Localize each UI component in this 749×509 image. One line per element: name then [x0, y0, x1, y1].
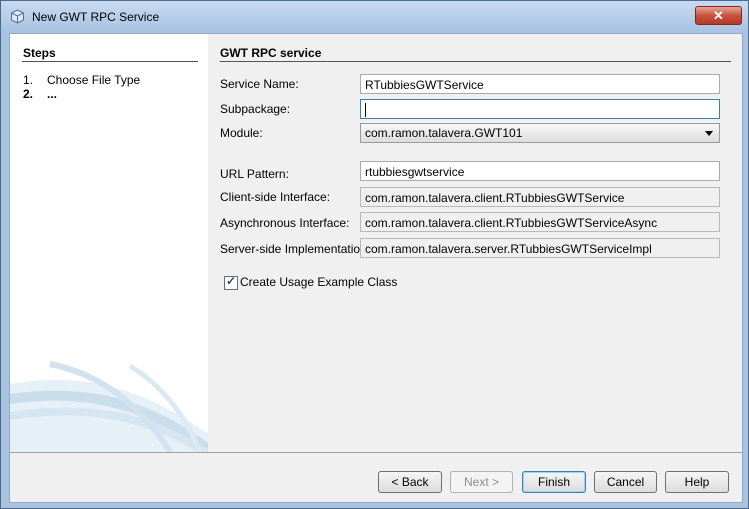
async-interface-label: Asynchronous Interface:: [220, 216, 350, 230]
help-button[interactable]: Help: [665, 471, 729, 493]
back-button[interactable]: < Back: [378, 471, 442, 493]
steps-panel: Steps 1. Choose File Type 2....: [10, 34, 208, 452]
steps-title: Steps: [23, 46, 56, 60]
step-item: 1. Choose File Type: [23, 73, 140, 87]
client-interface-field: com.ramon.talavera.client.RTubbiesGWTSer…: [360, 187, 720, 207]
module-selected-value: com.ramon.talavera.GWT101: [365, 126, 523, 140]
finish-button[interactable]: Finish: [522, 471, 586, 493]
next-button[interactable]: Next >: [450, 471, 513, 493]
content-panel: GWT RPC service Service Name: RTubbiesGW…: [208, 34, 742, 452]
step-number: 2.: [23, 87, 34, 101]
checkmark-icon: ✓: [226, 274, 237, 288]
subpackage-input[interactable]: [360, 99, 720, 119]
server-impl-label: Server-side Implementation:: [220, 242, 371, 256]
content-divider: [220, 61, 731, 62]
window-title: New GWT RPC Service: [32, 10, 160, 24]
module-select[interactable]: com.ramon.talavera.GWT101: [360, 123, 720, 143]
cancel-button[interactable]: Cancel: [594, 471, 657, 493]
steps-divider: [22, 61, 198, 62]
url-pattern-label: URL Pattern:: [220, 167, 289, 181]
dialog-window: New GWT RPC Service ✕ Steps 1. Choose Fil…: [0, 0, 749, 509]
subpackage-label: Subpackage:: [220, 102, 291, 116]
service-name-label: Service Name:: [220, 77, 299, 91]
dialog-client-area: Steps 1. Choose File Type 2.... GWT RPC s…: [9, 33, 743, 503]
netbeans-cube-icon: [11, 9, 24, 24]
content-title: GWT RPC service: [220, 46, 322, 60]
netbeans-swoosh-decoration: [10, 361, 208, 452]
module-label: Module:: [220, 126, 263, 140]
step-label: Choose File Type: [47, 73, 141, 87]
text-caret: [365, 102, 366, 117]
usage-example-checkbox[interactable]: ✓: [224, 274, 238, 290]
title-bar[interactable]: New GWT RPC Service ✕: [1, 1, 748, 33]
step-item-current: 2....: [23, 87, 57, 101]
dropdown-arrow-icon[interactable]: [705, 131, 713, 136]
usage-example-label[interactable]: Create Usage Example Class: [240, 275, 397, 289]
server-impl-field: com.ramon.talavera.server.RTubbiesGWTSer…: [360, 238, 720, 258]
step-number: 1.: [23, 73, 34, 87]
step-label: ...: [47, 87, 58, 101]
async-interface-field: com.ramon.talavera.client.RTubbiesGWTSer…: [360, 212, 720, 232]
button-bar-divider: [10, 452, 742, 453]
close-button[interactable]: ✕: [695, 6, 742, 25]
client-interface-label: Client-side Interface:: [220, 190, 331, 204]
service-name-input[interactable]: RTubbiesGWTService: [360, 74, 720, 94]
url-pattern-input[interactable]: rtubbiesgwtservice: [360, 161, 720, 181]
